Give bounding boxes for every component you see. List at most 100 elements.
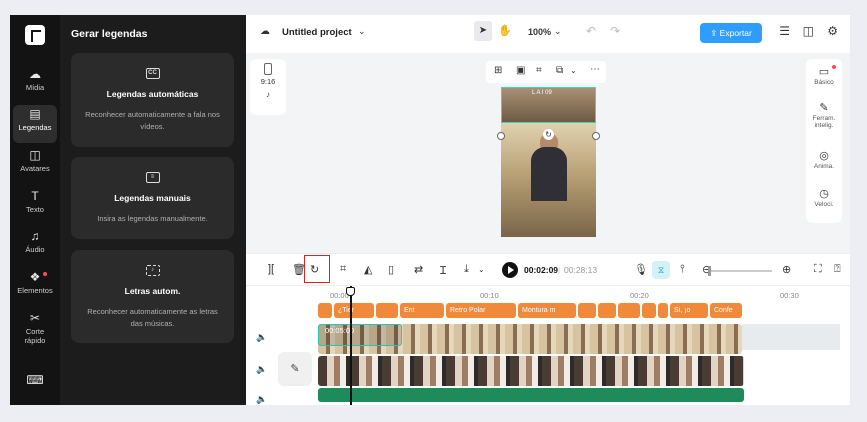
sidebar-item-label: Corte bbox=[25, 327, 45, 336]
chevron-down-icon[interactable]: ⌄ bbox=[478, 265, 485, 274]
card-title: Legendas automáticas bbox=[106, 89, 199, 99]
sidebar-item-texto[interactable]: T Texto bbox=[13, 187, 57, 225]
settings-gear-icon[interactable]: ⚙ bbox=[827, 24, 838, 38]
main-video-track[interactable] bbox=[318, 356, 744, 386]
fit-timeline-icon[interactable]: ⛶ bbox=[814, 263, 822, 276]
card-description: Reconhecer automaticamente a fala nos ví… bbox=[85, 110, 220, 131]
more-options-icon[interactable]: ⋯ bbox=[590, 64, 600, 75]
download-icon[interactable]: ⤓ bbox=[464, 263, 469, 276]
edit-track-button[interactable]: ✎ bbox=[278, 352, 312, 386]
caption-chip[interactable] bbox=[658, 303, 668, 318]
audio-track[interactable] bbox=[318, 388, 744, 402]
sidebar-item-audio[interactable]: ♫ Áudio bbox=[13, 227, 57, 265]
add-overlay-icon[interactable]: ⊞ bbox=[494, 65, 502, 76]
cloud-save-icon[interactable]: ☁ bbox=[260, 26, 270, 37]
video-preview[interactable]: L A I 09 ↻ bbox=[501, 87, 596, 237]
tab-animacao[interactable]: ◎ Anima. bbox=[806, 149, 842, 170]
aspect-ratio-selector[interactable]: 9:16 ♪ bbox=[250, 59, 286, 115]
replay-icon[interactable]: ↻ bbox=[310, 263, 319, 276]
export-button[interactable]: ⇪ Exportar bbox=[700, 23, 762, 43]
caption-chip[interactable] bbox=[642, 303, 656, 318]
caption-chip[interactable] bbox=[578, 303, 596, 318]
sidebar-rail: ☁ Mídia ▤ Legendas ◫ Avatares T Texto ♫ … bbox=[10, 15, 60, 405]
caption-chip[interactable]: Montura m bbox=[518, 303, 576, 318]
comment-icon[interactable]: ⍰ bbox=[834, 263, 841, 276]
caption-chip[interactable]: Si, ¡o bbox=[670, 303, 708, 318]
auto-captions-card[interactable]: CC Legendas automáticas Reconhecer autom… bbox=[71, 53, 234, 147]
overlay-clip[interactable]: L A I 09 bbox=[501, 87, 596, 123]
auto-snap-icon[interactable]: ⧖ bbox=[652, 261, 670, 279]
sidebar-item-shortcuts[interactable]: ⌨ bbox=[13, 371, 57, 393]
transition-icon[interactable]: ⇄ bbox=[414, 263, 423, 276]
sidebar-item-avatares[interactable]: ◫ Avatares bbox=[13, 146, 57, 184]
volume-icon[interactable]: 🔈 bbox=[256, 364, 267, 375]
zoom-level[interactable]: 100% bbox=[528, 27, 551, 37]
split-icon[interactable]: ][ bbox=[268, 263, 274, 275]
top-bar: ☁ Untitled project ⌄ ➤ ✋ 100% ⌄ ↶ ↷ ⇪ Ex… bbox=[246, 15, 850, 53]
extract-icon[interactable]: Ɪ bbox=[440, 263, 446, 278]
tab-basico[interactable]: ▭ Básico bbox=[806, 65, 842, 86]
caption-chip[interactable] bbox=[376, 303, 398, 318]
zoom-slider-knob[interactable] bbox=[708, 266, 711, 276]
volume-icon[interactable]: 🔈 bbox=[256, 394, 267, 405]
ruler-tick: 00:20 bbox=[630, 291, 649, 300]
playhead-handle[interactable] bbox=[346, 287, 355, 296]
sidebar-item-legendas[interactable]: ▤ Legendas bbox=[13, 105, 57, 143]
capcut-logo[interactable] bbox=[25, 25, 45, 45]
project-title[interactable]: Untitled project bbox=[282, 27, 352, 38]
current-time: 00:02:09 bbox=[524, 265, 559, 275]
tab-velocidade[interactable]: ◷ Veloci. bbox=[806, 187, 842, 208]
caption-chip[interactable]: Retro Polar bbox=[446, 303, 516, 318]
notification-dot bbox=[832, 65, 836, 69]
sidebar-item-label: Texto bbox=[26, 205, 44, 214]
caption-chip[interactable]: Ent bbox=[400, 303, 444, 318]
music-note-icon: ♫ bbox=[30, 229, 40, 243]
resize-handle-left[interactable] bbox=[497, 132, 505, 140]
chevron-down-icon[interactable]: ⌄ bbox=[358, 26, 366, 37]
tab-ferramentas[interactable]: ✎ Ferram. intelig. bbox=[806, 101, 842, 129]
card-title: Letras autom. bbox=[124, 286, 181, 296]
animation-icon: ◎ bbox=[819, 150, 829, 162]
play-button[interactable] bbox=[502, 262, 518, 278]
replace-icon[interactable]: ⧉ bbox=[556, 65, 563, 76]
caption-chip[interactable] bbox=[318, 303, 332, 318]
mirror-icon[interactable]: ◭ bbox=[364, 263, 372, 276]
crop-icon[interactable]: ⌗ bbox=[536, 65, 542, 76]
sidebar-item-label: Elementos bbox=[17, 286, 53, 295]
layers-icon[interactable]: ☰ bbox=[779, 24, 790, 38]
undo-icon[interactable]: ↶ bbox=[586, 24, 596, 38]
resize-handle-right[interactable] bbox=[592, 132, 600, 140]
auto-lyrics-card[interactable]: ♪ Letras autom. Reconhecer automaticamen… bbox=[71, 250, 234, 343]
caption-chip[interactable] bbox=[618, 303, 640, 318]
elements-icon: ❖ bbox=[29, 270, 41, 284]
timeline-toolbar: ][ 🗑 ↻ ⌗ ◭ ▯ ⇄ Ɪ ⤓ ⌄ 00:02:09 | 00:28:13… bbox=[246, 253, 850, 285]
zoom-in-icon[interactable]: ⊕ bbox=[782, 263, 791, 276]
notification-dot bbox=[43, 272, 47, 276]
redo-icon[interactable]: ↷ bbox=[610, 24, 620, 38]
sidebar-item-corte-rapido[interactable]: ✂ Corte rápido bbox=[13, 309, 57, 353]
freeze-icon[interactable]: ▯ bbox=[388, 263, 394, 276]
manual-captions-card[interactable]: ≡ Legendas manuais Insira as legendas ma… bbox=[71, 157, 234, 239]
hand-pan-icon[interactable]: ✋ bbox=[498, 24, 512, 37]
floating-toolbar: ⊞ ▣ ⌗ ⧉ ⌄ ⋯ bbox=[486, 61, 606, 83]
crop-icon[interactable]: ⌗ bbox=[340, 263, 346, 276]
sidebar-item-elementos[interactable]: ❖ Elementos bbox=[13, 268, 57, 306]
caption-chip[interactable] bbox=[598, 303, 616, 318]
zoom-slider[interactable] bbox=[710, 270, 772, 272]
rotate-icon[interactable]: ↻ bbox=[543, 129, 554, 140]
chevron-down-icon[interactable]: ⌄ bbox=[570, 66, 577, 75]
selected-clip[interactable]: 00:05:00 bbox=[318, 324, 402, 346]
select-pointer-icon[interactable]: ➤ bbox=[474, 21, 492, 41]
microphone-icon[interactable]: 🎙 bbox=[634, 263, 648, 276]
link-icon[interactable]: ⫯ bbox=[680, 263, 685, 276]
zoom-chevron-icon[interactable]: ⌄ bbox=[554, 26, 562, 37]
basic-icon: ▭ bbox=[818, 66, 830, 78]
fit-icon[interactable]: ▣ bbox=[516, 65, 525, 76]
volume-icon[interactable]: 🔈 bbox=[256, 332, 267, 343]
caption-chip[interactable]: ¿Tier bbox=[334, 303, 374, 318]
speed-icon: ◷ bbox=[819, 188, 829, 200]
caption-chip[interactable]: Confe bbox=[710, 303, 742, 318]
playhead[interactable] bbox=[350, 286, 352, 405]
sidebar-item-midia[interactable]: ☁ Mídia bbox=[13, 65, 57, 103]
split-view-icon[interactable]: ◫ bbox=[803, 24, 814, 38]
